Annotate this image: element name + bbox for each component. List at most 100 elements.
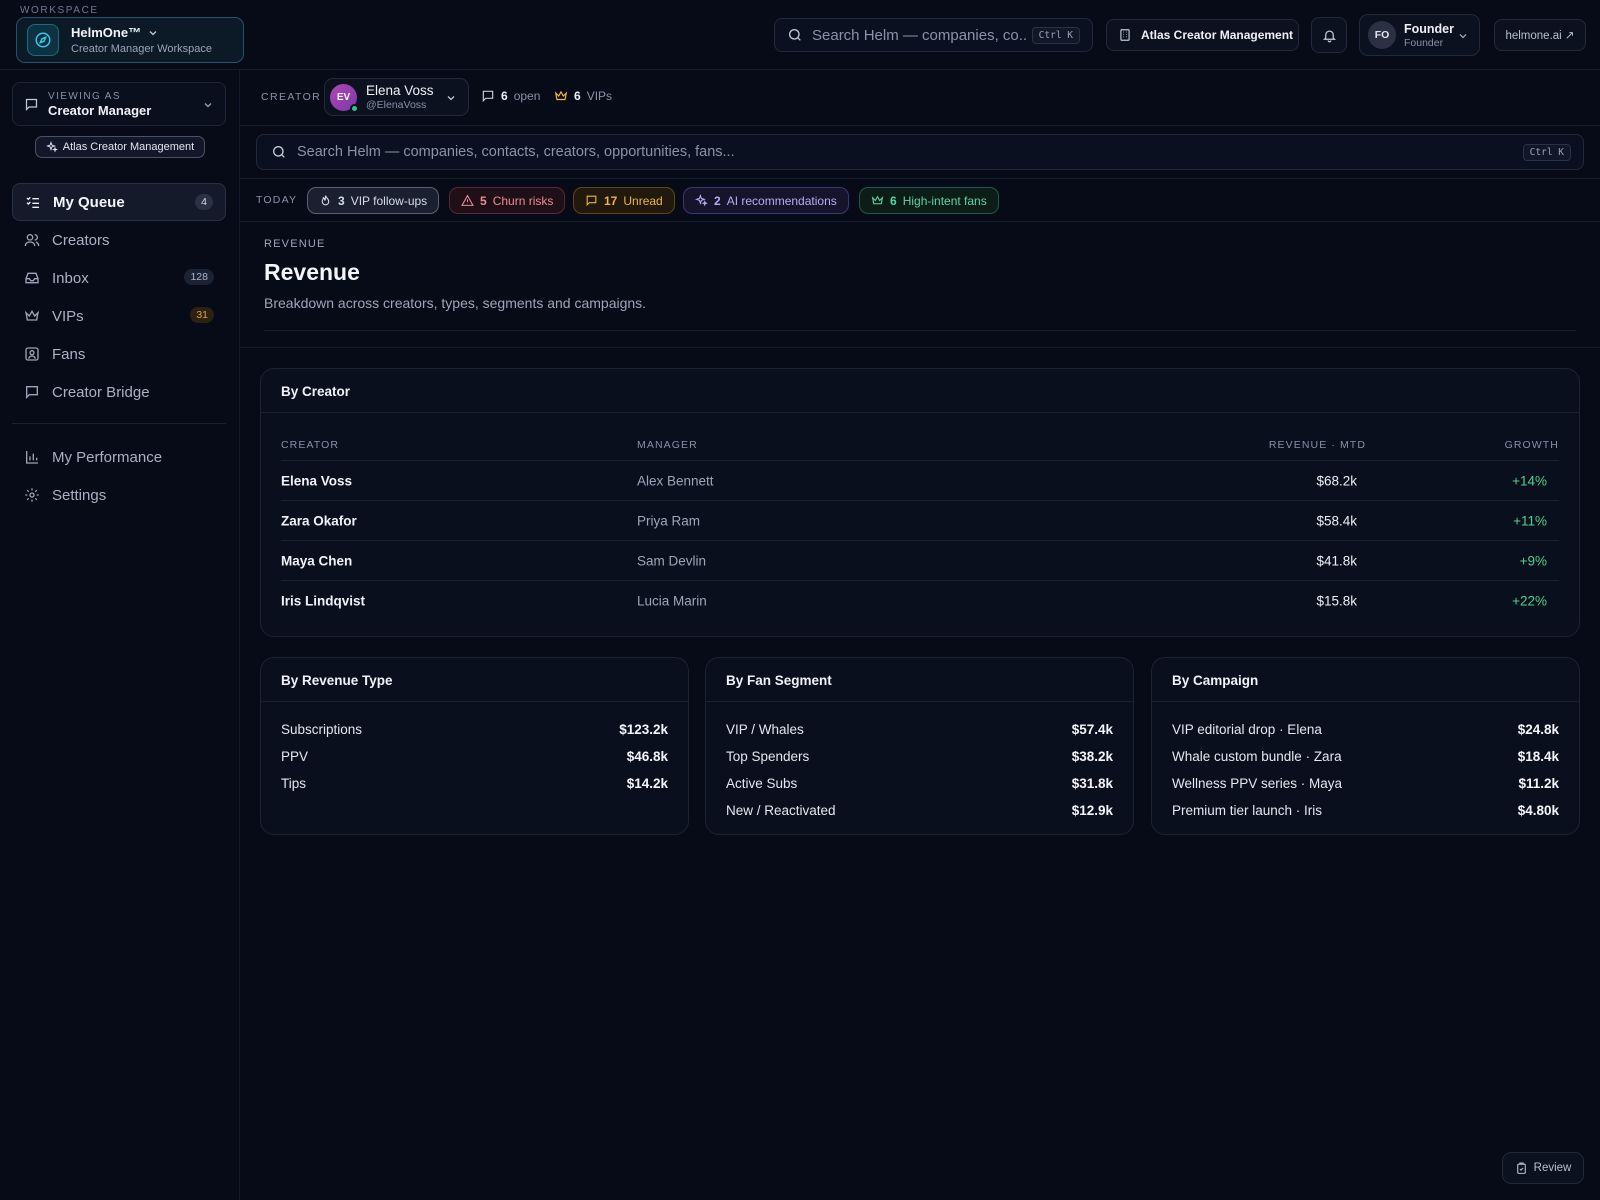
warning-triangle-icon — [461, 194, 474, 206]
cell-growth: +11% — [1513, 513, 1547, 528]
org-switch-label: Atlas Creator Management — [1141, 28, 1294, 42]
review-button-label: Review — [1533, 1162, 1572, 1174]
list-checks-icon — [25, 194, 41, 210]
viewing-as-role: Creator Manager — [48, 102, 152, 118]
card-title: By Fan Segment — [706, 658, 1133, 702]
user-name: Founder — [1404, 21, 1454, 36]
open-label: open — [513, 89, 541, 103]
site-link[interactable]: helmone.ai ↗ — [1494, 19, 1586, 51]
workspace-name: HelmOne™ — [71, 25, 142, 40]
cell-creator: Zara Okafor — [281, 513, 357, 528]
sidebar-item-label: Settings — [52, 486, 107, 504]
sidebar-item-vips[interactable]: VIPs 31 — [12, 297, 226, 335]
flame-icon — [321, 195, 330, 206]
cell-revenue: $68.2k — [1316, 473, 1357, 488]
table-row[interactable]: Elena Voss Alex Bennett $68.2k +14% — [281, 461, 1559, 501]
unread-chip[interactable]: 17 Unread — [573, 187, 675, 214]
sidebar-item-inbox[interactable]: Inbox 128 — [12, 259, 226, 297]
sidebar-item-creators[interactable]: Creators — [12, 221, 226, 259]
review-button[interactable]: Review — [1502, 1152, 1584, 1184]
list-item-value: $4.80k — [1517, 803, 1559, 818]
list-item-label: Tips — [281, 776, 307, 791]
today-label: TODAY — [256, 194, 298, 206]
by-campaign-card: By Campaign VIP editorial drop · Elena $2… — [1151, 657, 1580, 835]
table-row[interactable]: Iris Lindqvist Lucia Marin $15.8k +22% — [281, 581, 1559, 621]
list-item-value: $11.2k — [1518, 776, 1559, 791]
by-creator-table: CREATOR MANAGER REVENUE · MTD GROWTH Ele… — [281, 429, 1559, 621]
bar-chart-icon — [24, 449, 40, 465]
count-badge: 31 — [190, 307, 214, 323]
cell-manager: Lucia Marin — [637, 593, 707, 609]
cell-revenue: $41.8k — [1316, 553, 1357, 568]
card-title: By Creator — [261, 369, 1579, 413]
sidebar-item-my-performance[interactable]: My Performance — [12, 438, 226, 476]
clipboard-check-icon — [1516, 1162, 1526, 1174]
sidebar-item-fans[interactable]: Fans — [12, 335, 226, 373]
vip-follow-ups-chip[interactable]: 3 VIP follow-ups — [307, 187, 440, 214]
org-switch-button[interactable]: Atlas Creator Management — [1106, 19, 1299, 51]
revenue-header: REVENUE Revenue Breakdown across creator… — [264, 238, 1576, 331]
viewing-as-selector[interactable]: VIEWING AS Creator Manager — [12, 82, 226, 126]
chip-label: VIP follow-ups — [350, 193, 428, 208]
high-intent-fans-chip[interactable]: 6 High-intent fans — [859, 187, 999, 214]
sidebar-item-label: My Performance — [52, 448, 163, 466]
chip-label: High-intent fans — [902, 193, 987, 208]
list-item-label: Whale custom bundle · Zara — [1172, 749, 1342, 764]
count-badge: 128 — [184, 269, 214, 285]
table-row[interactable]: Zara Okafor Priya Ram $58.4k +11% — [281, 501, 1559, 541]
column-header-creator: CREATOR — [281, 438, 340, 451]
open-conversations-stat[interactable]: 6 open — [481, 89, 540, 103]
cell-manager: Alex Bennett — [637, 473, 714, 488]
churn-risks-chip[interactable]: 5 Churn risks — [449, 187, 566, 214]
list-item-label: Subscriptions — [281, 722, 363, 737]
column-header-growth: GROWTH — [1504, 438, 1559, 451]
workspace-caption: WORKSPACE — [20, 5, 99, 16]
user-menu-button[interactable]: FO Founder Founder — [1359, 14, 1480, 56]
list-item: New / Reactivated $12.9k — [726, 797, 1113, 824]
list-item: Top Spenders $38.2k — [726, 743, 1113, 770]
org-pill[interactable]: Atlas Creator Management — [35, 136, 205, 158]
list-item: Tips $14.2k — [281, 770, 668, 797]
sidebar-item-my-queue[interactable]: My Queue 4 — [12, 183, 226, 221]
sidebar-nav: My Queue 4 Creators Inbox 128 VIPs 31 Fa… — [12, 183, 226, 514]
sidebar: VIEWING AS Creator Manager Atlas Creator… — [0, 70, 240, 1200]
cell-growth: +14% — [1512, 473, 1547, 488]
list-item-value: $14.2k — [626, 776, 668, 791]
section-divider — [240, 347, 1600, 348]
today-summary-row: TODAY 3 VIP follow-ups 5 Churn risks 17 … — [240, 178, 1600, 222]
vip-stat[interactable]: 6 VIPs — [554, 89, 612, 103]
main-search-input[interactable]: Search Helm — companies, contacts, creat… — [256, 134, 1584, 170]
users-icon — [24, 232, 40, 248]
list-item-value: $12.9k — [1071, 803, 1113, 818]
viewing-as-caption: VIEWING AS — [48, 90, 121, 102]
table-row[interactable]: Maya Chen Sam Devlin $41.8k +9% — [281, 541, 1559, 581]
workspace-subtitle: Creator Manager Workspace — [71, 43, 213, 55]
sidebar-item-settings[interactable]: Settings — [12, 476, 226, 514]
sparkles-icon — [45, 141, 58, 153]
cell-manager: Priya Ram — [637, 513, 701, 528]
online-status-dot — [350, 103, 359, 113]
gear-icon — [24, 487, 40, 503]
list-item: VIP / Whales $57.4k — [726, 716, 1113, 743]
sidebar-item-label: Creators — [52, 231, 110, 249]
list-item-value: $31.8k — [1071, 776, 1113, 791]
avatar: FO — [1368, 21, 1396, 49]
user-role: Founder — [1404, 36, 1444, 49]
card-title: By Revenue Type — [261, 658, 688, 702]
workspace-switcher[interactable]: HelmOne™ Creator Manager Workspace — [16, 17, 244, 63]
notifications-button[interactable] — [1311, 17, 1347, 53]
top-search-input[interactable]: Search Helm — companies, co... Ctrl K — [774, 18, 1093, 52]
creator-selector[interactable]: EV Elena Voss @ElenaVoss — [324, 78, 469, 116]
sidebar-item-label: Creator Bridge — [52, 383, 150, 401]
top-search-shortcut: Ctrl K — [1031, 27, 1080, 44]
ai-recommendations-chip[interactable]: 2 AI recommendations — [683, 187, 849, 214]
creator-bar: CREATOR EV Elena Voss @ElenaVoss 6 open … — [240, 70, 1600, 126]
chevron-down-icon — [1459, 34, 1467, 39]
list-item-value: $24.8k — [1517, 722, 1559, 737]
list-item-label: VIP / Whales — [726, 722, 804, 737]
sidebar-item-creator-bridge[interactable]: Creator Bridge — [12, 373, 226, 411]
sidebar-item-label: My Queue — [53, 193, 125, 211]
list-item: Premium tier launch · Iris $4.80k — [1172, 797, 1559, 824]
campaign-list: VIP editorial drop · Elena $24.8k Whale c… — [1152, 702, 1579, 824]
top-bar: WORKSPACE HelmOne™ Creator Manager Works… — [0, 0, 1600, 70]
